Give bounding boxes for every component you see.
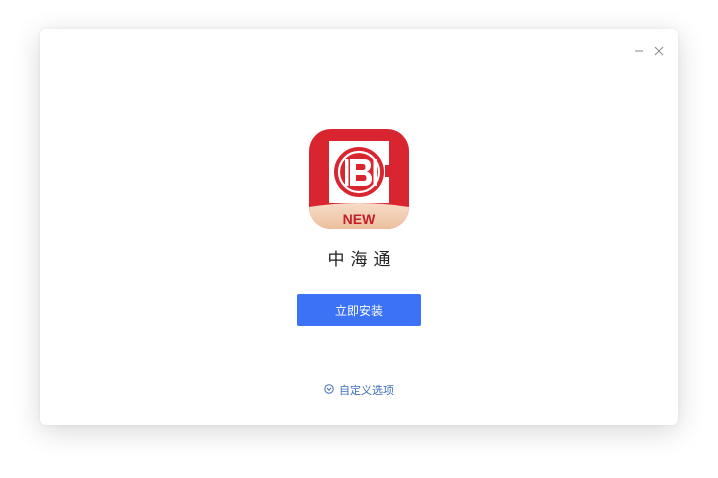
chevron-down-circle-icon bbox=[324, 383, 334, 397]
window-controls bbox=[634, 41, 664, 56]
minimize-icon[interactable] bbox=[634, 41, 644, 52]
installer-window: NEW 中海通 立即安装 自定义选项 bbox=[40, 29, 678, 425]
app-name: 中海通 bbox=[327, 250, 397, 270]
custom-options-link[interactable]: 自定义选项 bbox=[40, 382, 678, 398]
install-now-button[interactable]: 立即安装 bbox=[297, 294, 421, 326]
close-icon[interactable] bbox=[654, 41, 664, 56]
screen: NEW 中海通 立即安装 自定义选项 bbox=[0, 0, 718, 478]
app-logo-icon: NEW bbox=[309, 129, 409, 229]
app-icon-badge: NEW bbox=[343, 211, 376, 227]
custom-options-label: 自定义选项 bbox=[339, 384, 394, 397]
